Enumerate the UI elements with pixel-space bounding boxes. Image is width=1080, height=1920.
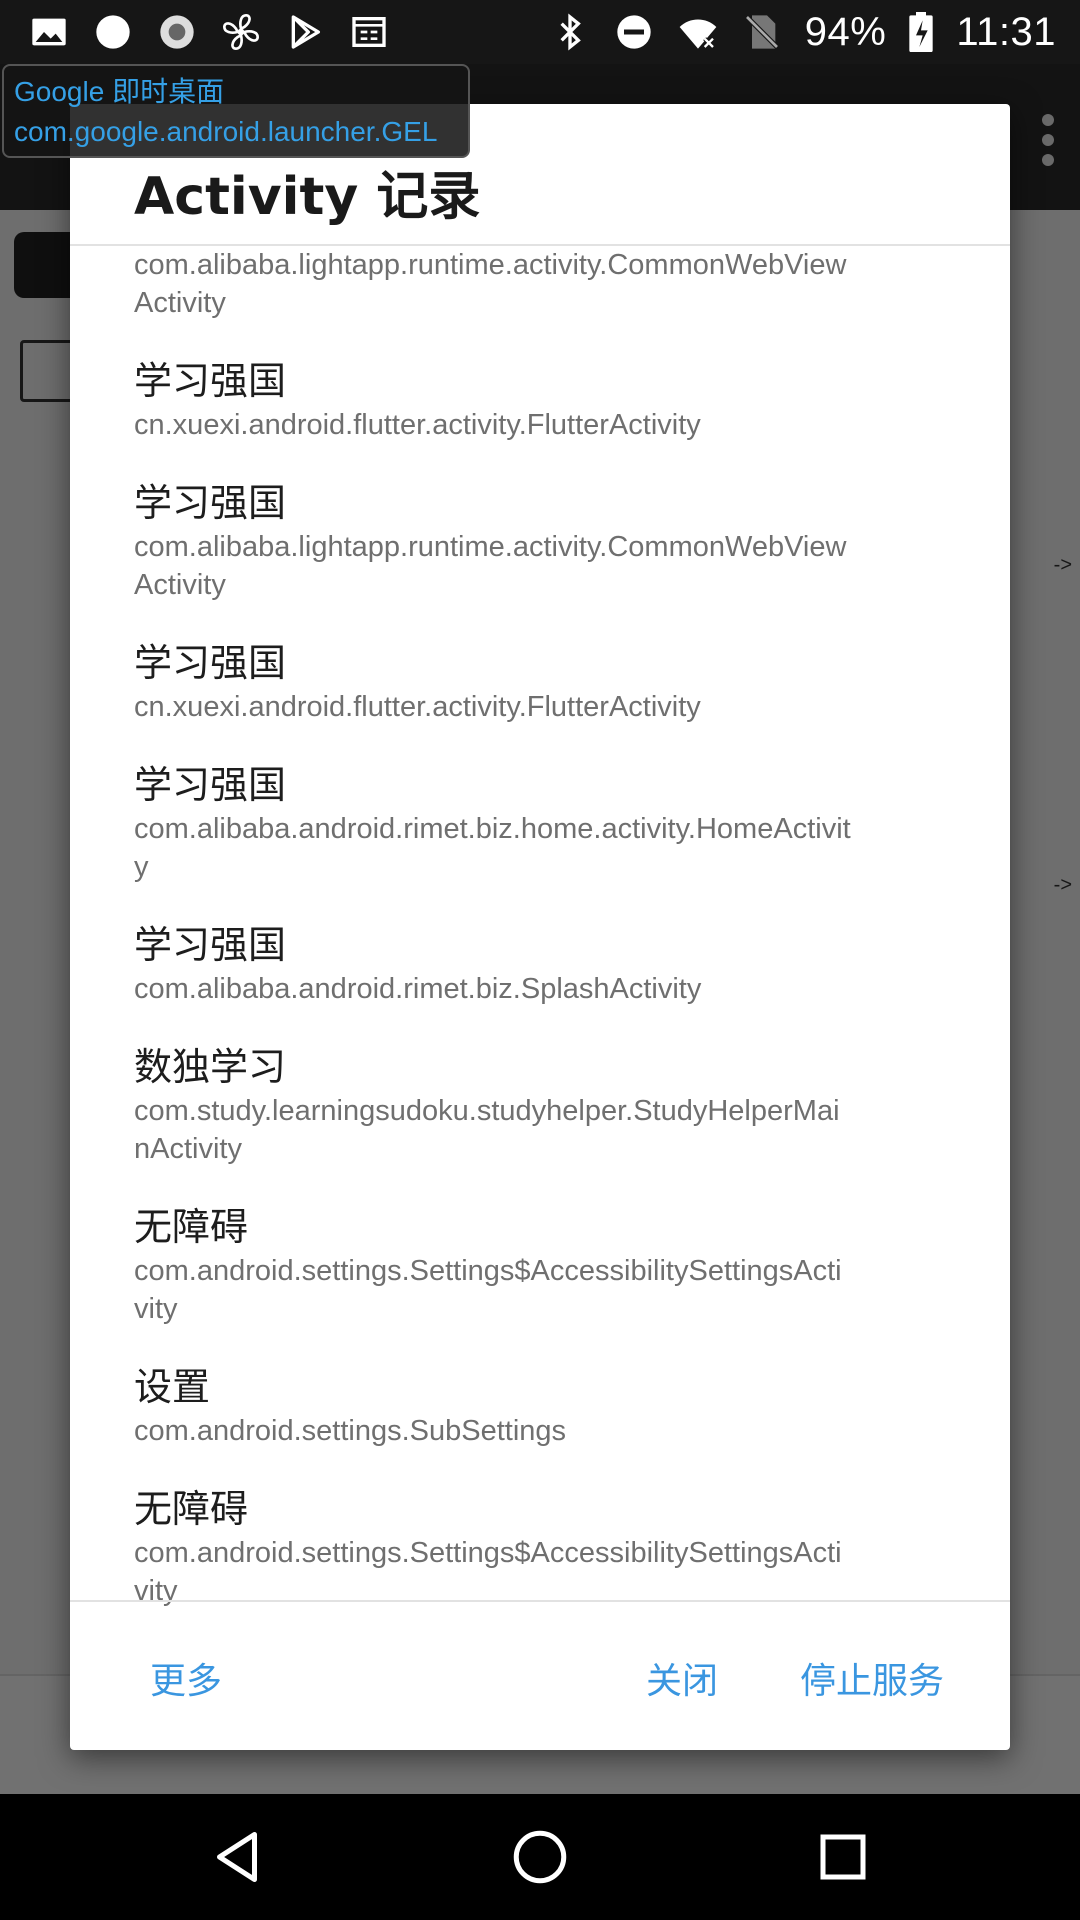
home-icon[interactable] [503, 1820, 577, 1894]
record-icon [156, 11, 198, 53]
list-item[interactable]: 学习强国 com.alibaba.android.rimet.biz.Splas… [134, 920, 954, 1008]
news-icon [348, 11, 390, 53]
app-name: 设置 [134, 1365, 211, 1409]
more-button[interactable]: 更多 [150, 1652, 222, 1704]
overlay-package-name: com.google.android.launcher.GEL [14, 116, 438, 147]
wifi-icon [677, 11, 719, 53]
navigation-bar [0, 1794, 1080, 1920]
fan-icon [220, 11, 262, 53]
overlay-app-name: Google 即时桌面 [14, 76, 225, 107]
activity-class: com.alibaba.lightapp.runtime.activity.Co… [134, 531, 847, 601]
list-item[interactable]: 数独学习 com.study.learningsudoku.studyhelpe… [134, 1042, 954, 1168]
app-name: 数独学习 [134, 1045, 287, 1089]
divider [70, 1600, 1010, 1602]
list-item[interactable]: 设置 com.android.settings.SubSettings [134, 1362, 954, 1450]
battery-percentage: 94% [804, 9, 887, 54]
stop-service-button[interactable]: 停止服务 [800, 1652, 944, 1704]
do-not-disturb-icon [613, 11, 655, 53]
battery-icon [908, 11, 934, 53]
list-item[interactable]: 学习强国 cn.xuexi.android.flutter.activity.F… [134, 638, 954, 726]
list-item[interactable]: 学习强国 cn.xuexi.android.flutter.activity.F… [134, 356, 954, 444]
app-name: 学习强国 [134, 641, 287, 685]
activity-class: cn.xuexi.android.flutter.activity.Flutte… [134, 691, 701, 723]
app-name: 无障碍 [134, 1487, 249, 1531]
list-item[interactable]: 无障碍 com.android.settings.Settings$Access… [134, 1202, 954, 1328]
dialog-title: Activity 记录 [134, 167, 481, 227]
activity-log-dialog: Activity 记录 com.alibaba.lightapp.runtime… [70, 104, 1010, 1750]
no-sim-icon [741, 11, 783, 53]
app-name: 学习强国 [134, 923, 287, 967]
activity-class: cn.xuexi.android.flutter.activity.Flutte… [134, 409, 701, 441]
app-name: 学习强国 [134, 481, 287, 525]
activity-class: com.android.settings.Settings$Accessibil… [134, 1537, 842, 1607]
list-item[interactable]: 学习强国 com.alibaba.android.rimet.biz.home.… [134, 760, 954, 886]
activity-class: com.android.settings.Settings$Accessibil… [134, 1255, 842, 1325]
activity-class: com.alibaba.android.rimet.biz.home.activ… [134, 813, 851, 883]
circle-icon [92, 11, 134, 53]
activity-list[interactable]: com.alibaba.lightapp.runtime.activity.Co… [70, 246, 1010, 1704]
app-name: 学习强国 [134, 359, 287, 403]
play-store-icon [284, 11, 326, 53]
bluetooth-icon [549, 11, 591, 53]
recents-icon[interactable] [806, 1820, 880, 1894]
list-item[interactable]: 学习强国 com.alibaba.lightapp.runtime.activi… [134, 478, 954, 604]
screen: -> -> [0, 0, 1080, 1920]
activity-class: com.alibaba.lightapp.runtime.activity.Co… [134, 249, 847, 319]
list-item[interactable]: 无障碍 com.android.settings.Settings$Access… [134, 1484, 954, 1610]
app-name: 学习强国 [134, 763, 287, 807]
current-activity-overlay: Google 即时桌面 com.google.android.launcher.… [2, 64, 470, 158]
activity-class: com.alibaba.android.rimet.biz.SplashActi… [134, 973, 702, 1005]
activity-class: com.study.learningsudoku.studyhelper.Stu… [134, 1095, 840, 1165]
list-item[interactable]: com.alibaba.lightapp.runtime.activity.Co… [134, 246, 954, 322]
app-name: 无障碍 [134, 1205, 249, 1249]
close-button[interactable]: 关闭 [646, 1652, 718, 1704]
clock: 11:31 [956, 9, 1056, 54]
activity-class: com.android.settings.SubSettings [134, 1415, 567, 1447]
back-icon[interactable] [200, 1820, 274, 1894]
status-bar: 94% 11:31 [0, 0, 1080, 64]
gallery-icon [28, 11, 70, 53]
